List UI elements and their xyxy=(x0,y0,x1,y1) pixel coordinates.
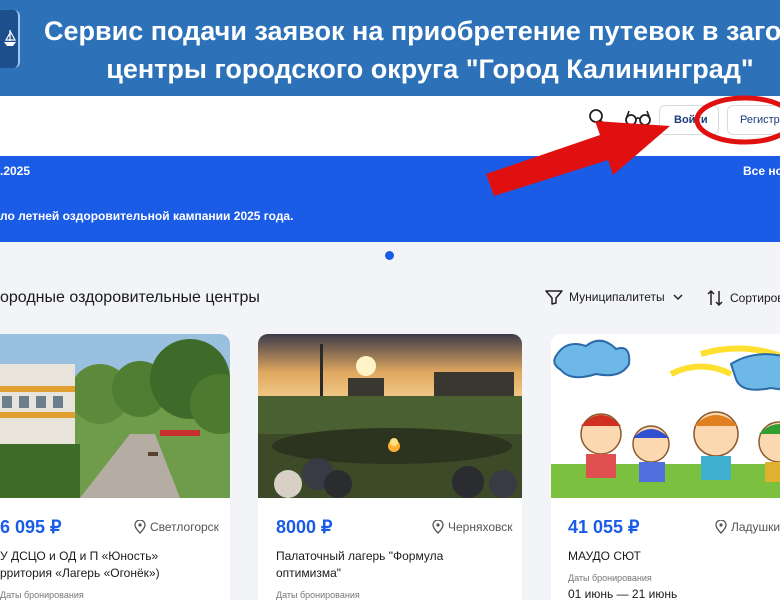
sort-icon xyxy=(707,289,723,307)
camp-card[interactable]: 6 095 ₽ Светлогорск У ДСЦО и ОД и П «Юно… xyxy=(0,334,230,600)
location-icon xyxy=(715,520,727,534)
search-button[interactable] xyxy=(588,108,608,128)
carousel-dot[interactable] xyxy=(385,251,394,260)
camp-card[interactable]: 41 055 ₽ Ладушкин МАУДО СЮТ Даты брониро… xyxy=(551,334,780,600)
banner-title: Сервис подачи заявок на приобретение пут… xyxy=(30,12,780,88)
banner-title-line2: центры городского округа "Город Калининг… xyxy=(106,54,754,84)
camp-name-line1: МАУДО СЮТ xyxy=(568,549,641,563)
location-icon xyxy=(432,520,444,534)
sort-control[interactable]: Сортировка xyxy=(706,289,780,307)
section-title: ородные оздоровительные центры xyxy=(0,289,260,306)
camp-name-line2: рритория «Лагерь «Огонёк») xyxy=(0,566,160,580)
camp-name-line2: оптимизма" xyxy=(276,566,342,580)
camp-photo xyxy=(0,334,230,498)
booking-dates-label: Даты бронирования xyxy=(0,590,84,600)
camp-name: У ДСЦО и ОД и П «Юность» рритория «Лагер… xyxy=(0,548,230,582)
camp-name-line1: Палаточный лагерь "Формула xyxy=(276,549,444,563)
news-banner[interactable]: .2025 Все новости ло летней оздоровитель… xyxy=(0,156,780,242)
screen: Сервис подачи заявок на приобретение пут… xyxy=(0,0,780,600)
camp-location: Черняховск xyxy=(432,520,513,534)
camp-location: Ладушкин xyxy=(715,520,780,534)
banner-title-line1: Сервис подачи заявок на приобретение пут… xyxy=(44,16,780,46)
municipality-filter[interactable]: Муниципалитеты xyxy=(545,289,683,305)
camp-card[interactable]: 8000 ₽ Черняховск Палаточный лагерь "Фор… xyxy=(258,334,522,600)
camp-price: 8000 ₽ xyxy=(276,517,333,537)
camp-photo xyxy=(551,334,780,498)
ship-logo-icon xyxy=(4,30,17,46)
booking-dates-label: Даты бронирования xyxy=(276,590,360,600)
camp-location: Светлогорск xyxy=(134,520,219,534)
location-icon xyxy=(134,520,146,534)
camp-price: 6 095 ₽ xyxy=(0,517,62,537)
all-news-link[interactable]: Все новости xyxy=(743,164,780,178)
top-banner: Сервис подачи заявок на приобретение пут… xyxy=(0,0,780,96)
booking-dates: 01 июнь — 21 июнь xyxy=(568,587,678,600)
filter-icon xyxy=(545,290,563,305)
camp-location-text: Светлогорск xyxy=(150,520,219,534)
camp-photo xyxy=(258,334,522,498)
camp-location-text: Черняховск xyxy=(448,520,513,534)
camp-name-line1: У ДСЦО и ОД и П «Юность» xyxy=(0,549,159,563)
register-button[interactable]: Регистрация xyxy=(727,105,780,135)
booking-dates-label: Даты бронирования xyxy=(568,573,652,583)
camp-location-text: Ладушкин xyxy=(731,520,780,534)
camp-price: 41 055 ₽ xyxy=(568,517,640,537)
city-logo xyxy=(0,10,20,68)
camp-name: Палаточный лагерь "Формула оптимизма" xyxy=(276,548,506,582)
camp-name: МАУДО СЮТ xyxy=(568,548,780,565)
filter-label: Муниципалитеты xyxy=(569,290,665,304)
accessibility-button[interactable] xyxy=(624,109,652,127)
sort-label: Сортировка xyxy=(730,291,780,305)
chevron-down-icon xyxy=(673,294,683,301)
news-text: ло летней оздоровительной кампании 2025 … xyxy=(0,209,294,223)
search-icon xyxy=(589,109,607,127)
login-button[interactable]: Войти xyxy=(659,105,719,135)
news-date: .2025 xyxy=(0,164,31,178)
glasses-icon xyxy=(625,110,651,126)
